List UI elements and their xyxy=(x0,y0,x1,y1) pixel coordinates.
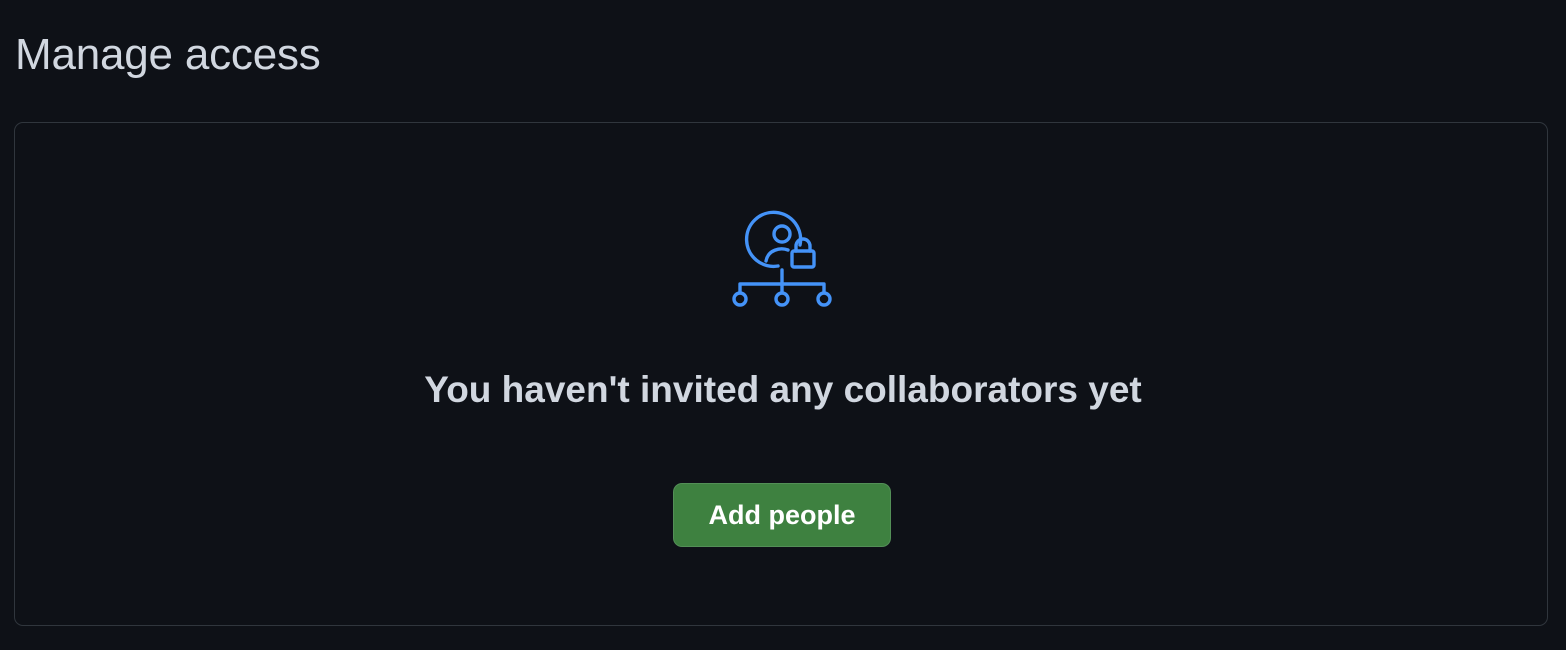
network-icon xyxy=(732,268,832,307)
person-lock-network-icon xyxy=(728,210,836,310)
empty-state-message: You haven't invited any collaborators ye… xyxy=(424,369,1142,410)
page-title: Manage access xyxy=(15,30,321,79)
page: Manage access You haven't invited any co… xyxy=(0,0,1566,650)
lock-icon xyxy=(790,237,816,269)
add-people-button[interactable]: Add people xyxy=(673,483,891,547)
